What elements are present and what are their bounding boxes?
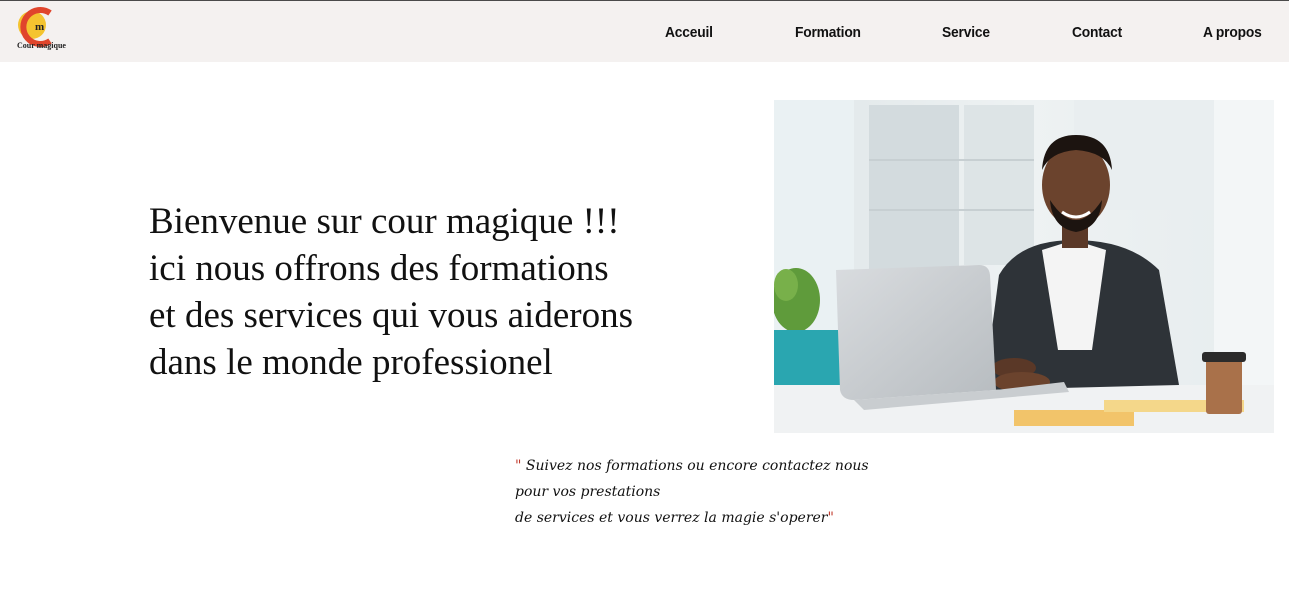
quote-text-line3: de services et vous verrez la magie s'op…: [515, 510, 828, 526]
nav-contact[interactable]: Contact: [1072, 24, 1122, 41]
man-at-laptop-photo: [774, 100, 1274, 433]
hero-line: dans le monde professionel: [149, 342, 553, 383]
nav-acceuil[interactable]: Acceuil: [665, 24, 713, 41]
svg-text:m: m: [35, 21, 44, 33]
quote-line: " Suivez nos formations ou encore contac…: [515, 453, 935, 479]
quote-close-mark: ": [827, 510, 834, 526]
hero-heading: Bienvenue sur cour magique !!! ici nous …: [149, 198, 729, 386]
hero-line: ici nous offrons des formations: [149, 248, 609, 289]
quote-text-line2: pour vos prestations: [515, 484, 661, 500]
hero-line: et des services qui vous aiderons: [149, 295, 633, 336]
nav-a-propos[interactable]: A propos: [1203, 24, 1262, 41]
quote-line: de services et vous verrez la magie s'op…: [515, 505, 935, 531]
navbar: m Cour magique Acceuil Formation Service…: [0, 1, 1289, 62]
brand-name: Cour magique: [17, 41, 66, 50]
nav-service[interactable]: Service: [942, 24, 990, 41]
quote-block: " Suivez nos formations ou encore contac…: [515, 453, 935, 531]
hero-line: Bienvenue sur cour magique !!!: [149, 201, 620, 242]
nav-formation[interactable]: Formation: [795, 24, 861, 41]
hero-image: [774, 100, 1274, 433]
quote-text-line1: Suivez nos formations ou encore contacte…: [521, 458, 869, 474]
